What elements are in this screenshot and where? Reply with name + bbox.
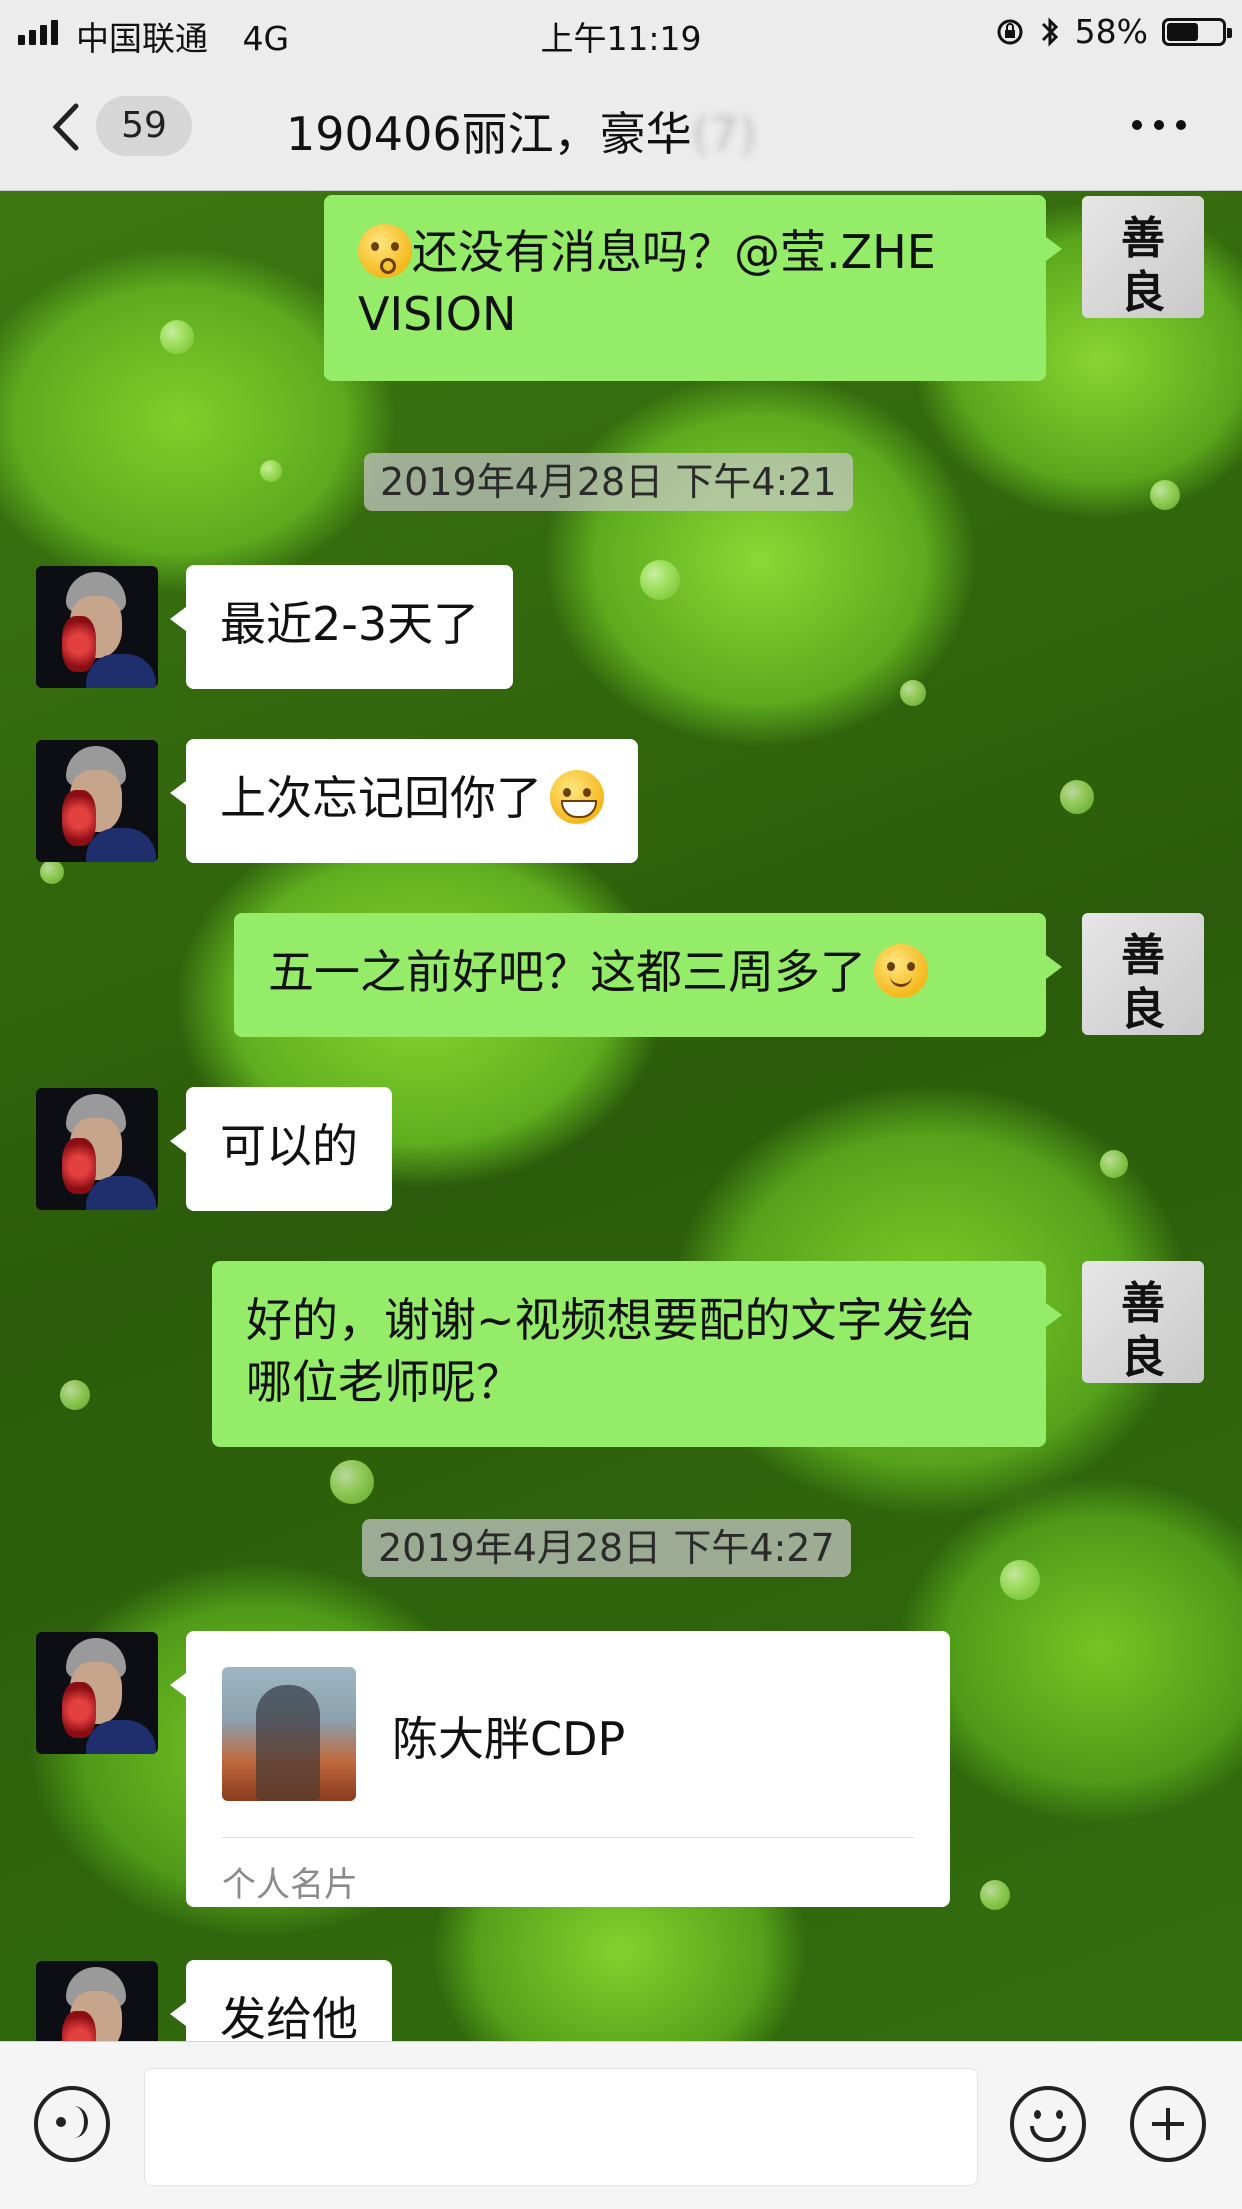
card-divider xyxy=(222,1837,914,1838)
contact-avatar[interactable] xyxy=(36,1088,158,1210)
self-avatar[interactable]: 善 良 xyxy=(1082,913,1204,1035)
contact-avatar[interactable] xyxy=(36,1632,158,1754)
more-options-icon[interactable] xyxy=(1132,120,1186,130)
input-bar xyxy=(0,2041,1242,2209)
back-icon[interactable] xyxy=(46,102,86,152)
card-contact-name: 陈大胖CDP xyxy=(392,1712,626,1766)
message-bubble-other[interactable]: 最近2-3天了 xyxy=(169,565,514,689)
contact-avatar[interactable] xyxy=(36,566,158,688)
self-avatar[interactable]: 善 良 xyxy=(1082,1261,1204,1383)
message-input[interactable] xyxy=(144,2068,978,2186)
timestamp: 2019年4月28日 下午4:21 xyxy=(364,453,853,511)
flushed-face-emoji-icon xyxy=(358,224,412,278)
message-bubble-other[interactable]: 发给他 xyxy=(170,1960,392,2041)
card-type-label: 个人名片 xyxy=(222,1865,358,1905)
contact-avatar[interactable] xyxy=(36,740,158,862)
status-bar: 中国联通 4G 上午11:19 58% xyxy=(0,8,1242,58)
message-bubble-self[interactable]: 还没有消息吗？@莹.ZHE VISION xyxy=(324,195,1062,381)
bluetooth-icon xyxy=(1041,16,1058,47)
voice-icon[interactable] xyxy=(34,2086,110,2162)
plus-icon[interactable] xyxy=(1130,2086,1206,2162)
message-bubble-self[interactable]: 好的，谢谢~视频想要配的文字发给哪位老师呢？ xyxy=(212,1261,1062,1447)
nav-bar: 59 190406丽江，豪华(7) xyxy=(0,92,1242,162)
battery-icon xyxy=(1162,17,1232,46)
contact-card-message[interactable]: 陈大胖CDP 个人名片 xyxy=(170,1631,950,1907)
emoji-icon[interactable] xyxy=(1010,2086,1086,2162)
timestamp: 2019年4月28日 下午4:27 xyxy=(362,1519,851,1577)
self-avatar[interactable]: 善 良 xyxy=(1082,196,1204,318)
battery-percent: 58% xyxy=(1074,12,1148,51)
unread-count-badge[interactable]: 59 xyxy=(96,96,192,156)
title-obscured-part: (7) xyxy=(691,107,757,161)
message-bubble-other[interactable]: 可以的 xyxy=(170,1087,392,1211)
message-list[interactable]: 还没有消息吗？@莹.ZHE VISION 善 良 2019年4月28日 下午4:… xyxy=(0,191,1242,2041)
contact-avatar[interactable] xyxy=(36,1961,158,2041)
card-contact-avatar xyxy=(222,1667,356,1801)
grinning-face-emoji-icon xyxy=(550,770,604,824)
header: 中国联通 4G 上午11:19 58% 59 190406丽江，豪华(7) xyxy=(0,0,1242,191)
rotation-lock-icon xyxy=(997,19,1023,44)
smiling-face-emoji-icon xyxy=(874,944,928,998)
message-bubble-self[interactable]: 五一之前好吧？这都三周多了 xyxy=(234,913,1062,1037)
message-bubble-other[interactable]: 上次忘记回你了 xyxy=(170,739,638,863)
chat-title[interactable]: 190406丽江，豪华(7) xyxy=(286,98,757,164)
